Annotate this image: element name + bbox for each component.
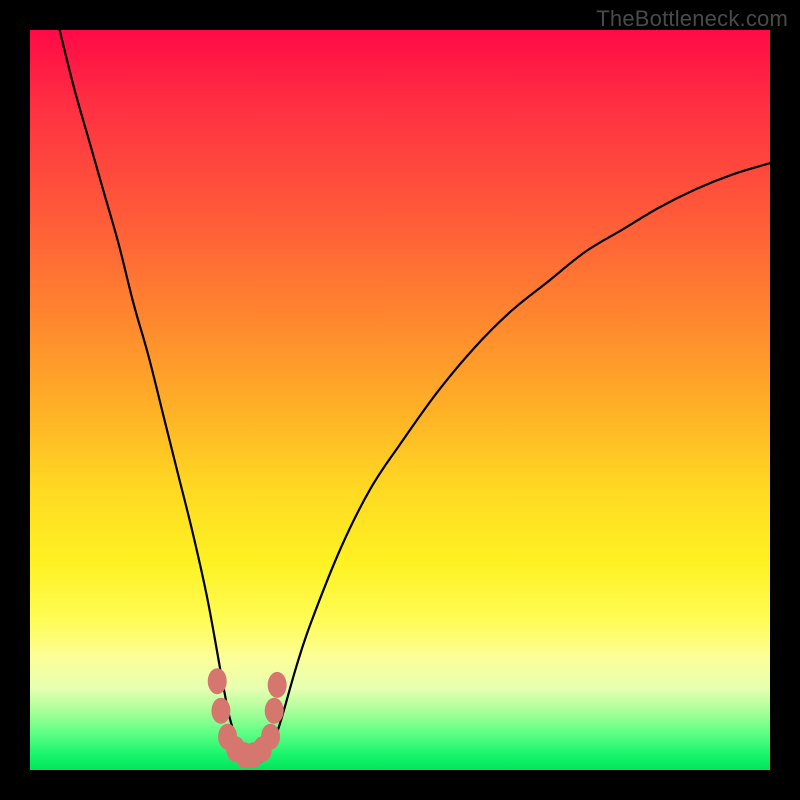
highlight-marker	[265, 698, 284, 724]
curve-layer	[30, 30, 770, 770]
chart-frame: TheBottleneck.com	[0, 0, 800, 800]
highlight-markers	[208, 668, 287, 768]
highlight-marker	[208, 668, 227, 694]
highlight-marker	[211, 698, 230, 724]
watermark-text: TheBottleneck.com	[596, 6, 788, 32]
highlight-marker	[268, 672, 287, 698]
plot-area	[30, 30, 770, 770]
highlight-marker	[261, 724, 280, 750]
bottleneck-curve	[60, 30, 770, 764]
